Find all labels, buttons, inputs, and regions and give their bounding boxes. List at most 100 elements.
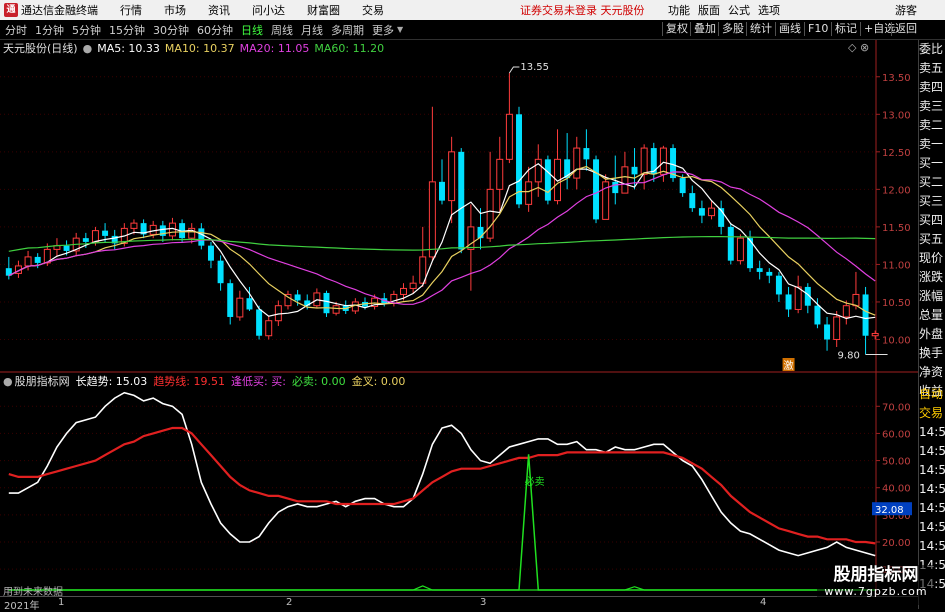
trade-time-1[interactable]: 交易	[919, 404, 945, 423]
tab-daily[interactable]: 日线	[241, 22, 263, 38]
candle-body-13	[130, 222, 138, 229]
candle-body-42	[409, 282, 417, 289]
mark-button[interactable]: 标记	[831, 22, 860, 36]
long-trend-label: 长趋势: 15.03	[75, 375, 148, 388]
adjust-button[interactable]: 复权	[662, 22, 691, 36]
candle-body-81	[785, 294, 792, 310]
quote-field-3: 卖三	[919, 99, 944, 113]
f10-button[interactable]: F10	[804, 22, 831, 36]
candle-body-2	[24, 256, 32, 267]
stats-button[interactable]: 统计	[746, 22, 775, 36]
quote-field-6: 买一	[919, 156, 944, 170]
candle-body-79	[766, 271, 773, 276]
quote-field-4: 卖二	[919, 118, 944, 132]
candle-body-44	[428, 181, 436, 258]
candle-body-28	[274, 305, 282, 322]
high-label: 13.55	[520, 62, 549, 73]
month-label-3: 3	[480, 597, 487, 608]
candle-body-10	[102, 230, 109, 236]
menu-item-formula[interactable]: 公式	[728, 2, 750, 18]
menu-item-wealth[interactable]: 财富圈	[307, 2, 340, 18]
candle-body-67	[650, 148, 657, 175]
main-chart-grid	[0, 40, 877, 596]
candle-body-52	[505, 113, 513, 160]
app-title: 通达信金融终端	[21, 4, 98, 17]
candle-body-34	[332, 305, 340, 314]
candle-body-89	[862, 294, 869, 336]
candle-body-54	[525, 181, 533, 205]
candle-body-73	[708, 207, 716, 217]
indicator-y-axis: 70.0060.0050.0040.0030.0020.0010.0032.08	[872, 402, 912, 576]
candle-body-3	[34, 256, 41, 263]
multi-stock-button[interactable]: 多股	[718, 22, 747, 36]
indicator-annotations: 必卖	[525, 475, 545, 488]
candle-body-27	[265, 320, 273, 337]
indicator-info: ● 股朋指标网 长趋势: 15.03 趋势线: 19.51 逢低买: 买: 必卖…	[0, 373, 411, 389]
candle-body-15	[149, 224, 157, 235]
month-label-4: 4	[760, 597, 767, 608]
trade-time-6: 14:56	[919, 501, 945, 515]
main-chart-annotations: 13.55 9.80 激	[508, 62, 888, 372]
quote-field-8: 买三	[919, 194, 944, 208]
menu-item-options[interactable]: 选项	[758, 2, 780, 18]
menu-item-quotes[interactable]: 行情	[120, 2, 142, 18]
tab-weekly[interactable]: 周线	[271, 22, 293, 38]
indicator-title: 股朋指标网	[14, 375, 70, 388]
login-status-alert[interactable]: 证券交易未登录 天元股份	[520, 2, 645, 18]
quote-field-11: 现价	[919, 251, 944, 265]
menu-item-ask[interactable]: 问小达	[252, 2, 285, 18]
more-chevron-down-icon[interactable]: ▼	[397, 25, 403, 34]
candle-body-63	[612, 181, 619, 194]
candle-body-71	[689, 193, 696, 209]
menu-item-layout[interactable]: 版面	[698, 2, 720, 18]
quote-field-12: 涨跌	[919, 270, 944, 284]
month-label-2: 2	[286, 597, 293, 608]
candle-body-33	[323, 292, 330, 314]
tab-30min[interactable]: 30分钟	[153, 22, 189, 38]
tab-5min[interactable]: 5分钟	[72, 22, 101, 38]
menu-item-guest[interactable]: 游客	[895, 2, 917, 18]
y-tick-label-7: 10.00	[882, 335, 911, 346]
low-label: 9.80	[838, 350, 860, 361]
tab-60min[interactable]: 60分钟	[197, 22, 233, 38]
menu-item-news[interactable]: 资讯	[208, 2, 230, 18]
future-data-note: 用到未来数据	[3, 587, 63, 598]
candle-body-53	[516, 114, 522, 205]
candle-body-24	[236, 297, 244, 318]
right-quote-panel: 委比 卖五 卖四 卖三 卖二 卖一 买一 买二 买三 买四 买五 现价 涨跌 涨幅 总量 外盘 换手 净资 收益 自…	[918, 40, 945, 609]
menu-item-market[interactable]: 市场	[164, 2, 186, 18]
tab-more[interactable]: 更多	[372, 22, 394, 38]
tab-intraday[interactable]: 分时	[5, 22, 27, 38]
quote-field-7: 买二	[919, 175, 944, 189]
back-button[interactable]: 返回	[891, 22, 920, 36]
quote-fields: 委比 卖五 卖四 卖三 卖二 卖一 买一 买二 买三 买四 买五 现价 涨跌 涨幅 总量 外盘 换手 净资 收益	[919, 40, 945, 401]
menu-item-trade[interactable]: 交易	[362, 2, 384, 18]
month-label-1: 1	[58, 597, 65, 608]
y-tick-label-1: 13.00	[882, 110, 911, 121]
candle-body-20	[198, 228, 205, 246]
quote-field-2: 卖四	[919, 80, 944, 94]
candle-body-65	[631, 166, 638, 175]
candle-body-70	[679, 178, 686, 194]
indicator-settings-icon[interactable]: ●	[3, 375, 13, 388]
candle-body-84	[814, 305, 821, 325]
candle-body-22	[217, 260, 224, 284]
tab-monthly[interactable]: 月线	[301, 22, 323, 38]
tab-multi-period[interactable]: 多周期	[331, 22, 364, 38]
tab-15min[interactable]: 15分钟	[109, 22, 145, 38]
candle-body-86	[833, 316, 841, 340]
trade-time-0[interactable]: 自动	[919, 385, 945, 404]
candle-body-45	[439, 181, 445, 201]
menu-item-function[interactable]: 功能	[668, 2, 690, 18]
quote-field-1: 卖五	[919, 61, 944, 75]
overlay-button[interactable]: 叠加	[690, 22, 719, 36]
draw-line-button[interactable]: 画线	[775, 22, 804, 36]
main-chart-y-axis: 13.50 13.00 12.50 12.00 11.50 11.00 10.50 10.00	[876, 73, 911, 346]
ind-y-tick-label-0: 70.00	[882, 402, 911, 413]
tab-1min[interactable]: 1分钟	[35, 22, 64, 38]
candle-body-6	[63, 245, 70, 251]
y-tick-label-5: 11.00	[882, 260, 911, 271]
badge-label: 激	[784, 359, 794, 372]
menu-bar: 通 通达信金融终端 行情 市场 资讯 问小达 财富圈 交易 证券交易未登录 天元…	[0, 0, 945, 20]
golden-cross-label: 金叉: 0.00	[351, 375, 406, 388]
